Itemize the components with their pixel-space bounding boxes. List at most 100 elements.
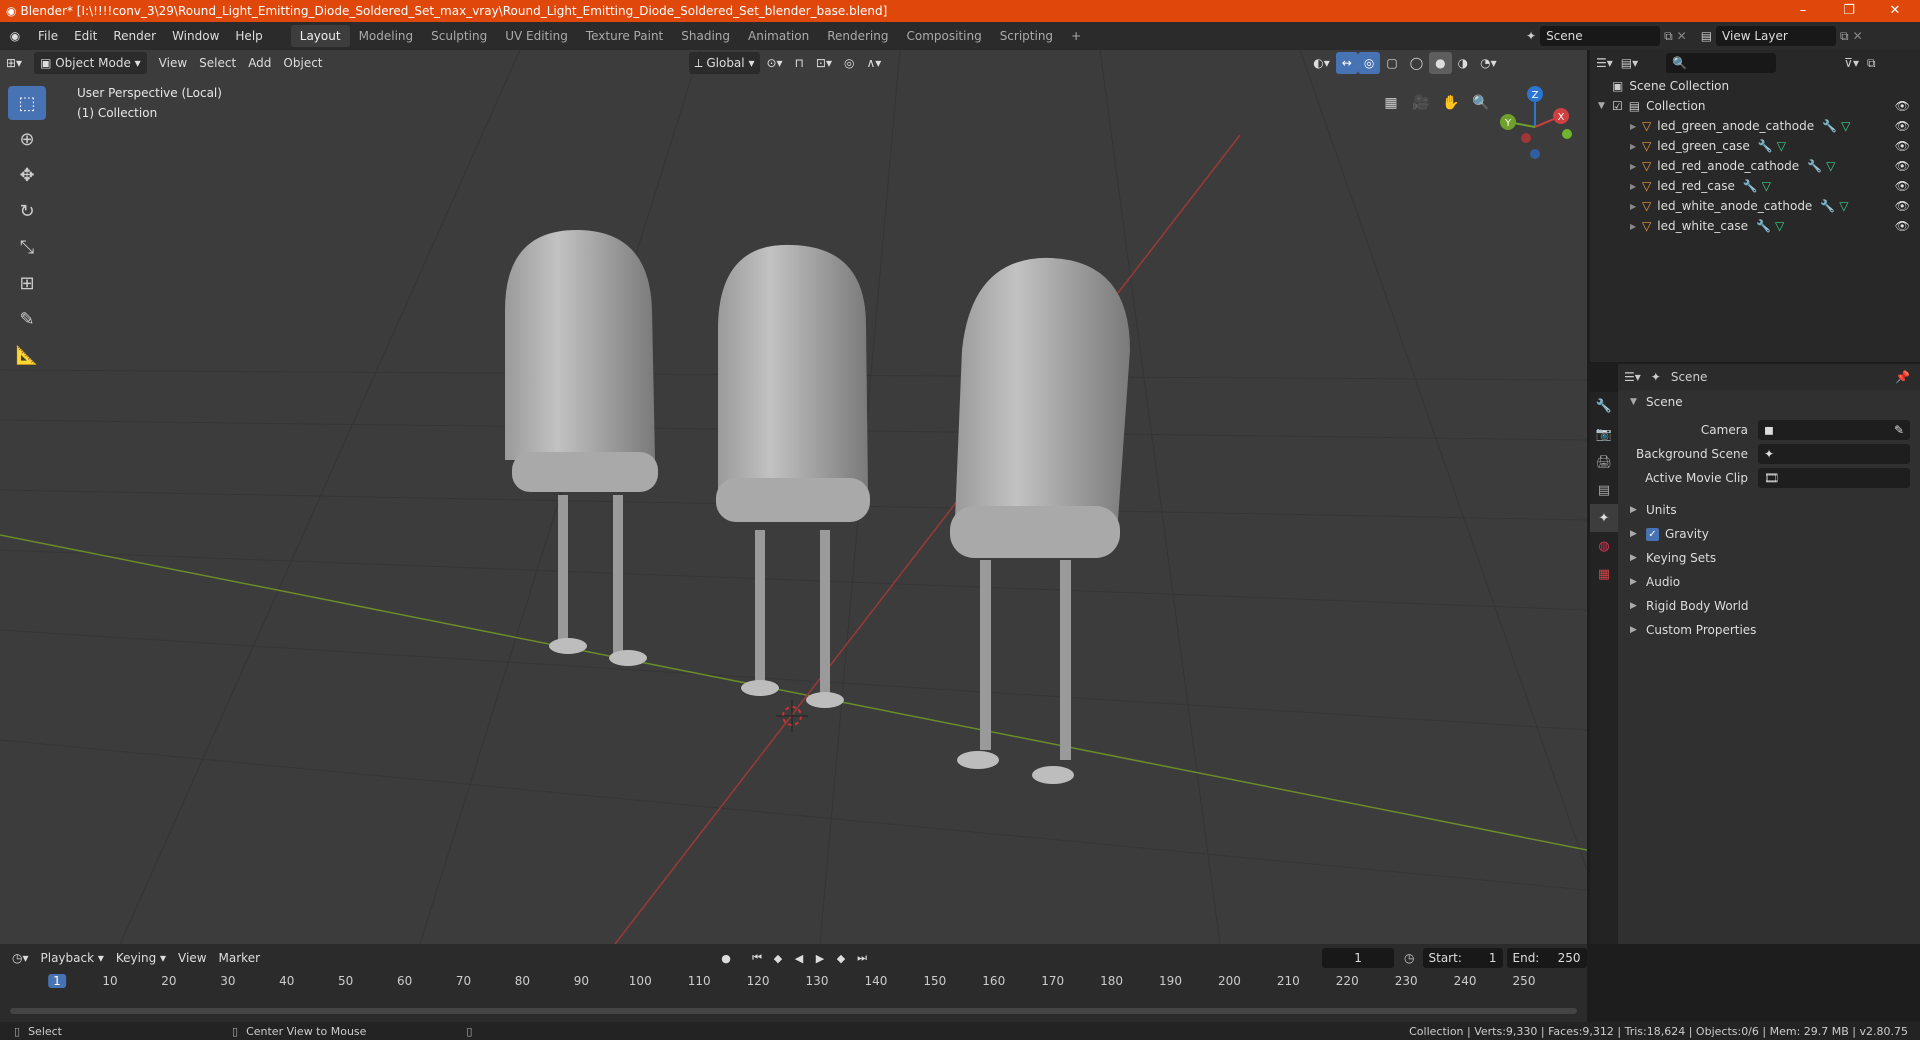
gizmo-neg-y-axis[interactable] bbox=[1562, 129, 1572, 139]
viewport-menu-select[interactable]: Select bbox=[193, 52, 242, 74]
material-shading-icon[interactable]: ◑ bbox=[1452, 52, 1474, 74]
tab-texture-paint[interactable]: Texture Paint bbox=[577, 25, 672, 47]
expand-arrow-icon[interactable]: ▶ bbox=[1630, 182, 1642, 191]
timeline-editor-icon[interactable]: ◷▾ bbox=[6, 947, 35, 969]
outliner-scene-collection[interactable]: ▣ Scene Collection bbox=[1590, 76, 1920, 96]
expand-arrow-icon[interactable]: ▶ bbox=[1630, 222, 1642, 231]
overlays-icon[interactable]: ◎ bbox=[1357, 52, 1381, 74]
3d-viewport[interactable]: Z Y X bbox=[0, 50, 1587, 944]
expand-arrow-icon[interactable]: ▶ bbox=[1630, 202, 1642, 211]
texture-props-tab-icon[interactable]: ▦ bbox=[1590, 560, 1618, 588]
maximize-button[interactable]: ❐ bbox=[1826, 0, 1872, 22]
tab-shading[interactable]: Shading bbox=[672, 25, 739, 47]
mesh-data-icon[interactable]: ▽ bbox=[1839, 199, 1848, 213]
panel-units[interactable]: ▶ Units bbox=[1618, 498, 1920, 522]
minimize-button[interactable]: – bbox=[1780, 0, 1826, 22]
outliner-item[interactable]: ▶ ▽ led_red_anode_cathode 🔧 ▽ 👁 bbox=[1590, 156, 1920, 176]
view-layer-props-tab-icon[interactable]: ▤ bbox=[1590, 476, 1618, 504]
tab-compositing[interactable]: Compositing bbox=[897, 25, 990, 47]
view-layer-icon[interactable]: ▤ bbox=[1701, 29, 1712, 43]
timeline-scrollbar[interactable] bbox=[10, 1008, 1577, 1014]
expand-arrow-icon[interactable]: ▶ bbox=[1630, 142, 1642, 151]
timeline-menu-view[interactable]: View bbox=[172, 947, 212, 969]
camera-field[interactable]: ◼ ✎ bbox=[1758, 420, 1910, 440]
panel-keying-sets[interactable]: ▶ Keying Sets bbox=[1618, 546, 1920, 570]
eyedropper-icon[interactable]: ✎ bbox=[1894, 423, 1904, 437]
current-frame-field[interactable]: 1 bbox=[1322, 948, 1395, 968]
gizmo-toggle-icon[interactable]: ↔ bbox=[1335, 52, 1358, 74]
scene-props-tab-icon[interactable]: ✦ bbox=[1590, 504, 1618, 532]
preview-range-icon[interactable]: ◷ bbox=[1404, 951, 1414, 965]
timeline-menu-playback[interactable]: Playback ▾ bbox=[35, 947, 110, 969]
menu-edit[interactable]: Edit bbox=[66, 22, 105, 50]
led-model[interactable] bbox=[950, 257, 1130, 784]
modifier-wrench-icon[interactable]: 🔧 bbox=[1743, 179, 1758, 193]
scale-tool-icon[interactable]: ⤡ bbox=[8, 230, 46, 264]
navigation-gizmo[interactable]: Z Y X bbox=[1490, 82, 1580, 172]
annotate-tool-icon[interactable]: ✎ bbox=[8, 302, 46, 336]
eye-icon[interactable]: 👁 bbox=[1895, 179, 1910, 193]
next-keyframe-icon[interactable]: ◆ bbox=[831, 948, 851, 968]
eye-icon[interactable]: 👁 bbox=[1895, 159, 1910, 173]
menu-file[interactable]: File bbox=[30, 22, 66, 50]
modifier-wrench-icon[interactable]: 🔧 bbox=[1758, 139, 1773, 153]
grid-view-icon[interactable]: ▦ bbox=[1378, 90, 1404, 116]
eye-icon[interactable]: 👁 bbox=[1895, 199, 1910, 213]
pin-icon[interactable]: 📌 bbox=[1895, 370, 1910, 384]
outliner-item[interactable]: ▶ ▽ led_green_case 🔧 ▽ 👁 bbox=[1590, 136, 1920, 156]
xray-icon[interactable]: ▢ bbox=[1380, 52, 1403, 74]
select-box-tool-icon[interactable]: ⬚ bbox=[8, 86, 46, 120]
prev-keyframe-icon[interactable]: ◆ bbox=[768, 948, 788, 968]
wireframe-shading-icon[interactable]: ◯ bbox=[1404, 52, 1429, 74]
scene-selector[interactable]: Scene bbox=[1540, 26, 1661, 46]
visibility-icon[interactable]: ◐▾ bbox=[1307, 52, 1336, 74]
camera-view-icon[interactable]: 🎥 bbox=[1408, 90, 1434, 116]
play-icon[interactable]: ▶ bbox=[810, 948, 830, 968]
rotate-tool-icon[interactable]: ↻ bbox=[8, 194, 46, 228]
expand-arrow-icon[interactable]: ▶ bbox=[1630, 122, 1642, 131]
panel-gravity[interactable]: ▶ ✓ Gravity bbox=[1618, 522, 1920, 546]
outliner-item[interactable]: ▶ ▽ led_white_anode_cathode 🔧 ▽ 👁 bbox=[1590, 196, 1920, 216]
record-icon[interactable]: ● bbox=[716, 948, 736, 968]
output-props-tab-icon[interactable]: 🖨 bbox=[1590, 448, 1618, 476]
tab-rendering[interactable]: Rendering bbox=[818, 25, 897, 47]
outliner-collection[interactable]: ▼ ☑ ▤ Collection 👁 bbox=[1590, 96, 1920, 116]
close-button[interactable]: ✕ bbox=[1872, 0, 1918, 22]
frame-ruler[interactable]: 1 10 20 30 40 50 60 70 80 90 100 110 120 130 140 150 160… bbox=[0, 974, 1587, 996]
view-layer-selector[interactable]: View Layer bbox=[1716, 26, 1837, 46]
expand-arrow-icon[interactable]: ▼ bbox=[1598, 101, 1612, 111]
mesh-data-icon[interactable]: ▽ bbox=[1762, 179, 1771, 193]
tool-props-tab-icon[interactable]: 🔧 bbox=[1590, 392, 1618, 420]
viewport-menu-add[interactable]: Add bbox=[242, 52, 277, 74]
blender-menu-icon[interactable]: ◉ bbox=[0, 29, 30, 43]
measure-tool-icon[interactable]: 📐 bbox=[8, 338, 46, 372]
outliner-search-input[interactable]: 🔍 bbox=[1666, 53, 1777, 73]
start-frame-field[interactable]: Start: 1 bbox=[1422, 948, 1503, 968]
zoom-icon[interactable]: 🔍 bbox=[1468, 90, 1494, 116]
active-movie-clip-field[interactable]: 🎞 bbox=[1758, 468, 1910, 488]
menu-render[interactable]: Render bbox=[105, 22, 164, 50]
mesh-data-icon[interactable]: ▽ bbox=[1826, 159, 1835, 173]
scene-section[interactable]: ▼ Scene bbox=[1618, 390, 1920, 414]
new-view-layer-icon[interactable]: ⧉ bbox=[1840, 29, 1849, 44]
display-mode-icon[interactable]: ▤▾ bbox=[1621, 56, 1638, 70]
solid-shading-icon[interactable]: ● bbox=[1429, 52, 1452, 74]
snap-icon[interactable]: ⊓ bbox=[789, 52, 810, 74]
modifier-wrench-icon[interactable]: 🔧 bbox=[1807, 159, 1822, 173]
timeline-menu-marker[interactable]: Marker bbox=[213, 947, 266, 969]
move-tool-icon[interactable]: ✥ bbox=[8, 158, 46, 192]
menu-window[interactable]: Window bbox=[164, 22, 227, 50]
rendered-shading-icon[interactable]: ◔▾ bbox=[1474, 52, 1503, 74]
pivot-icon[interactable]: ⊙▾ bbox=[760, 52, 788, 74]
outliner-item[interactable]: ▶ ▽ led_green_anode_cathode 🔧 ▽ 👁 bbox=[1590, 116, 1920, 136]
falloff-icon[interactable]: ∧▾ bbox=[860, 52, 887, 74]
eye-icon[interactable]: 👁 bbox=[1895, 219, 1910, 233]
end-frame-field[interactable]: End: 250 bbox=[1506, 948, 1587, 968]
snap-target-icon[interactable]: ⊡▾ bbox=[810, 52, 838, 74]
mesh-data-icon[interactable]: ▽ bbox=[1775, 219, 1784, 233]
cursor-tool-icon[interactable]: ⊕ bbox=[8, 122, 46, 156]
play-reverse-icon[interactable]: ◀ bbox=[789, 948, 809, 968]
remove-view-layer-icon[interactable]: ✕ bbox=[1853, 29, 1863, 43]
properties-editor-icon[interactable]: ☰▾ bbox=[1624, 370, 1641, 384]
tab-sculpting[interactable]: Sculpting bbox=[422, 25, 496, 47]
